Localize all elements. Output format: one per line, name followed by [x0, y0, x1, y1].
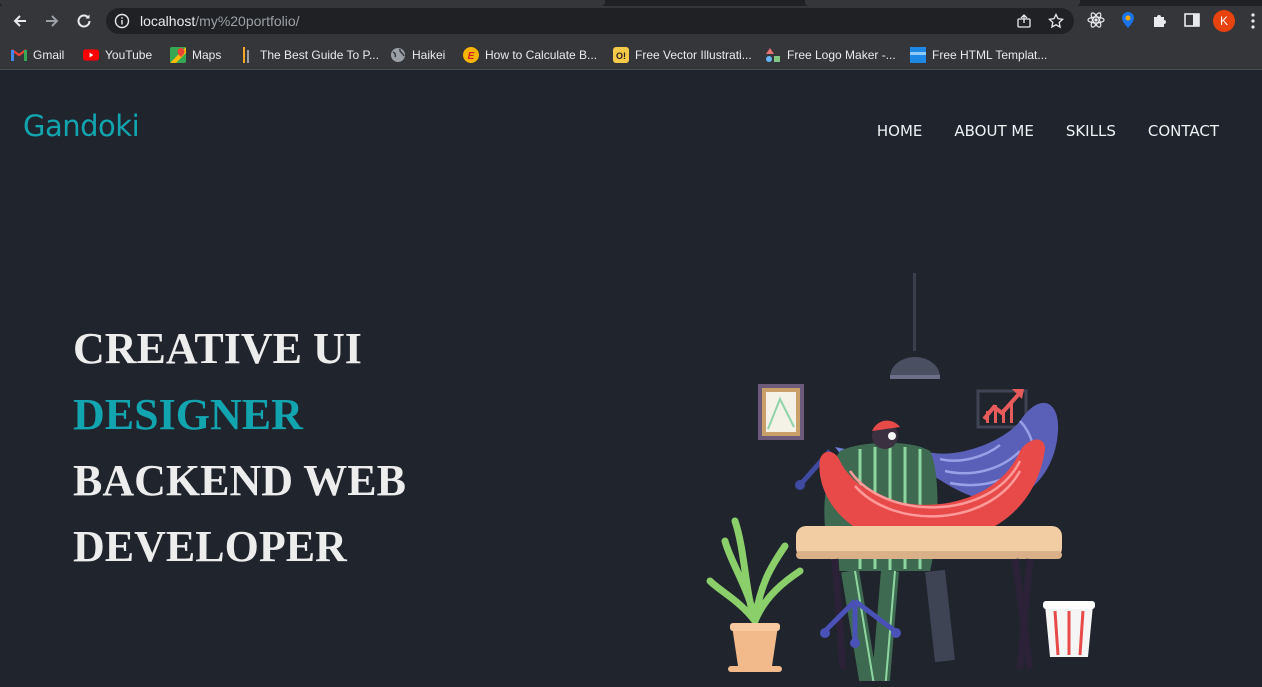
bookmarks-bar: Gmail YouTube Maps The Best Guide To P..…: [0, 40, 1262, 70]
ouch-icon: O!: [613, 47, 629, 63]
url-host: localhost: [140, 13, 196, 29]
reload-button[interactable]: [73, 10, 95, 32]
side-panel-button[interactable]: [1183, 11, 1201, 29]
site-info-icon[interactable]: [114, 13, 130, 29]
bookmark-haikei[interactable]: Haikei: [390, 45, 445, 65]
bookmark-label: Maps: [192, 48, 222, 62]
nav-about-link[interactable]: ABOUT ME: [954, 122, 1033, 140]
hero-heading: CREATIVE UI DESIGNER BACKEND WEB DEVELOP…: [73, 316, 406, 580]
arrow-right-icon: [46, 15, 59, 27]
bookmark-label: Free Vector Illustrati...: [635, 48, 752, 62]
bookmark-icon: [238, 47, 254, 63]
share-icon[interactable]: [1016, 13, 1032, 29]
side-panel-icon: [1184, 13, 1200, 27]
url-path: /my%20portfolio/: [195, 13, 300, 29]
kebab-menu-icon[interactable]: [1250, 12, 1256, 30]
arrow-left-icon: [13, 15, 26, 27]
profile-avatar[interactable]: K: [1213, 10, 1235, 32]
reload-icon: [77, 14, 91, 28]
hero-line-4: DEVELOPER: [73, 522, 347, 571]
bookmark-label: Haikei: [412, 48, 446, 62]
nav-skills-link[interactable]: SKILLS: [1066, 122, 1116, 140]
puzzle-icon: [1154, 15, 1166, 27]
pendant-lamp-icon: [890, 273, 940, 379]
inactive-tab-edge: [805, 0, 1080, 6]
bookmark-logo-maker[interactable]: Free Logo Maker -...: [765, 45, 896, 65]
star-icon[interactable]: [1048, 13, 1064, 29]
trash-bin-icon: [1043, 601, 1095, 657]
hero-line-accent: DESIGNER: [73, 390, 303, 439]
bookmark-label: YouTube: [105, 48, 153, 62]
picture-frame-icon: [758, 384, 804, 440]
bookmark-label: Gmail: [33, 48, 65, 62]
bookmark-vector[interactable]: O! Free Vector Illustrati...: [613, 45, 752, 65]
bookmark-label: How to Calculate B...: [485, 48, 598, 62]
gmail-icon: [11, 47, 27, 63]
back-button[interactable]: [9, 10, 31, 32]
url-text[interactable]: localhost/my%20portfolio/: [140, 13, 300, 29]
bookmark-label: The Best Guide To P...: [260, 48, 379, 62]
extensions-button[interactable]: [1151, 11, 1169, 29]
growth-chart-icon: [976, 389, 1028, 429]
bookmark-calculate[interactable]: E How to Calculate B...: [463, 45, 597, 65]
shapes-icon: [765, 47, 781, 63]
react-icon: [1087, 12, 1105, 28]
hero-line-1: CREATIVE UI: [73, 324, 362, 373]
bookmark-html-templates[interactable]: Free HTML Templat...: [910, 45, 1047, 65]
map-pin-icon: [1122, 12, 1134, 28]
template-icon: [910, 47, 926, 63]
svg-text:E: E: [468, 51, 475, 62]
potted-plant-icon: [706, 517, 804, 672]
portfolio-page: Gandoki HOME ABOUT ME SKILLS CONTACT CRE…: [0, 71, 1262, 687]
tab-strip: [0, 0, 1262, 6]
etsy-icon: E: [463, 47, 479, 63]
bookmark-label: Free Logo Maker -...: [787, 48, 896, 62]
bookmark-label: Free HTML Templat...: [932, 48, 1048, 62]
active-tab-edge: [0, 0, 605, 6]
nav-home-link[interactable]: HOME: [877, 122, 923, 140]
bookmark-best-guide[interactable]: The Best Guide To P...: [238, 45, 379, 65]
bookmark-gmail[interactable]: Gmail: [11, 45, 64, 65]
location-extension[interactable]: [1119, 11, 1137, 29]
youtube-icon: [83, 47, 99, 63]
maps-icon: [170, 47, 186, 63]
hero-illustration: [706, 273, 1095, 681]
hero-line-3: BACKEND WEB: [73, 456, 406, 505]
forward-button[interactable]: [41, 10, 63, 32]
browser-toolbar: localhost/my%20portfolio/ K: [0, 0, 1262, 40]
react-devtools-extension[interactable]: [1087, 11, 1105, 29]
bookmark-youtube[interactable]: YouTube: [83, 45, 152, 65]
main-nav: HOME ABOUT ME SKILLS CONTACT: [877, 122, 1219, 140]
nav-contact-link[interactable]: CONTACT: [1148, 122, 1219, 140]
bookmark-maps[interactable]: Maps: [170, 45, 221, 65]
address-bar[interactable]: localhost/my%20portfolio/: [106, 8, 1074, 34]
site-logo[interactable]: Gandoki: [23, 109, 140, 143]
svg-text:O!: O!: [616, 51, 626, 61]
globe-icon: [390, 47, 406, 63]
